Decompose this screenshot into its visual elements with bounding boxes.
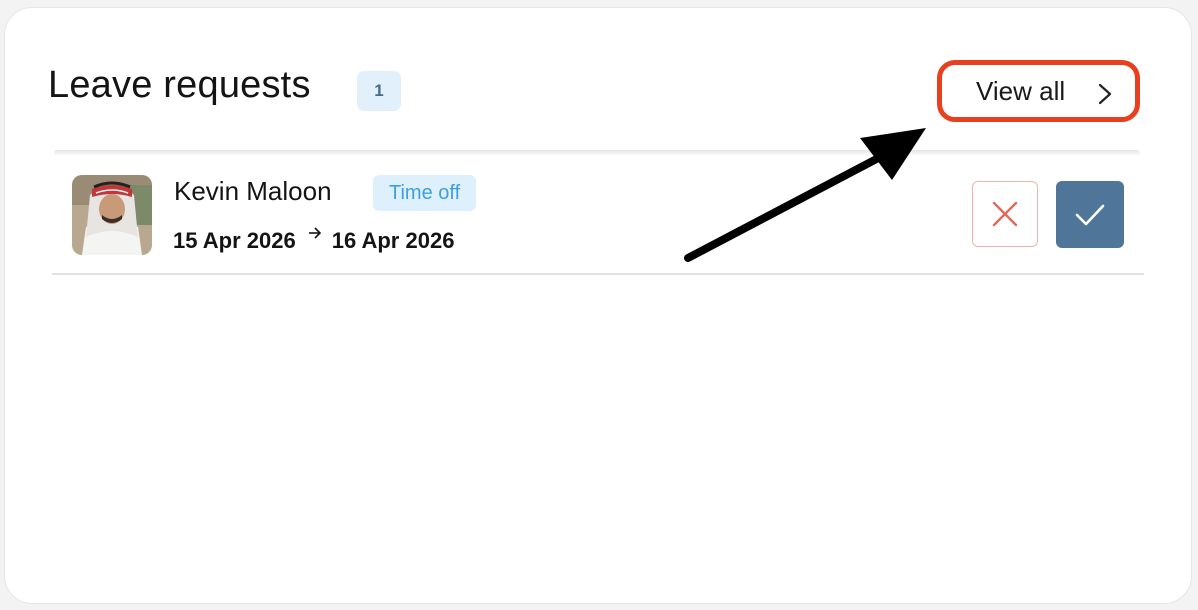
start-date: 15 Apr 2026 bbox=[173, 228, 296, 253]
close-icon bbox=[992, 201, 1018, 227]
card-header: Leave requests 1 View all bbox=[48, 58, 1142, 122]
leave-date-range: 15 Apr 2026 16 Apr 2026 bbox=[173, 226, 455, 254]
approve-button[interactable] bbox=[1056, 181, 1124, 248]
chevron-right-icon bbox=[1098, 83, 1112, 105]
leave-request-row[interactable]: Kevin Maloon Time off 15 Apr 2026 16 Apr… bbox=[52, 158, 1144, 275]
request-count-badge: 1 bbox=[357, 71, 401, 111]
view-all-button[interactable]: View all bbox=[937, 60, 1140, 122]
end-date: 16 Apr 2026 bbox=[331, 228, 455, 253]
employee-name: Kevin Maloon bbox=[174, 176, 332, 206]
card-title: Leave requests bbox=[48, 64, 311, 106]
reject-button[interactable] bbox=[972, 181, 1038, 247]
check-icon bbox=[1075, 204, 1105, 225]
leave-type-badge: Time off bbox=[373, 175, 477, 211]
list-divider-top bbox=[54, 150, 1140, 156]
arrow-right-icon bbox=[308, 226, 322, 245]
avatar-photo bbox=[72, 175, 152, 255]
avatar bbox=[72, 175, 152, 255]
view-all-label: View all bbox=[976, 75, 1066, 106]
